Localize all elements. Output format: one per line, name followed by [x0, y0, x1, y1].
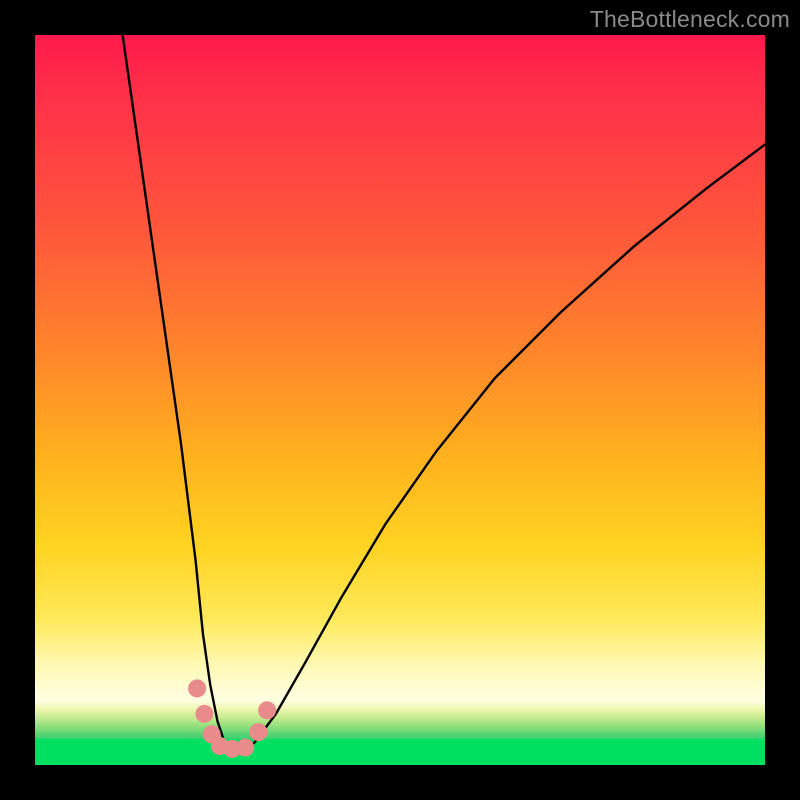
watermark-text: TheBottleneck.com: [590, 6, 790, 33]
marker-dot: [258, 701, 276, 719]
curve-path-group: [123, 35, 765, 750]
marker-dot: [249, 723, 267, 741]
chart-svg: [35, 35, 765, 765]
marker-dot: [236, 739, 254, 757]
marker-group: [188, 679, 276, 758]
marker-dot: [195, 705, 213, 723]
plot-area: [35, 35, 765, 765]
bottleneck-curve: [123, 35, 765, 750]
marker-dot: [188, 679, 206, 697]
chart-frame: TheBottleneck.com: [0, 0, 800, 800]
